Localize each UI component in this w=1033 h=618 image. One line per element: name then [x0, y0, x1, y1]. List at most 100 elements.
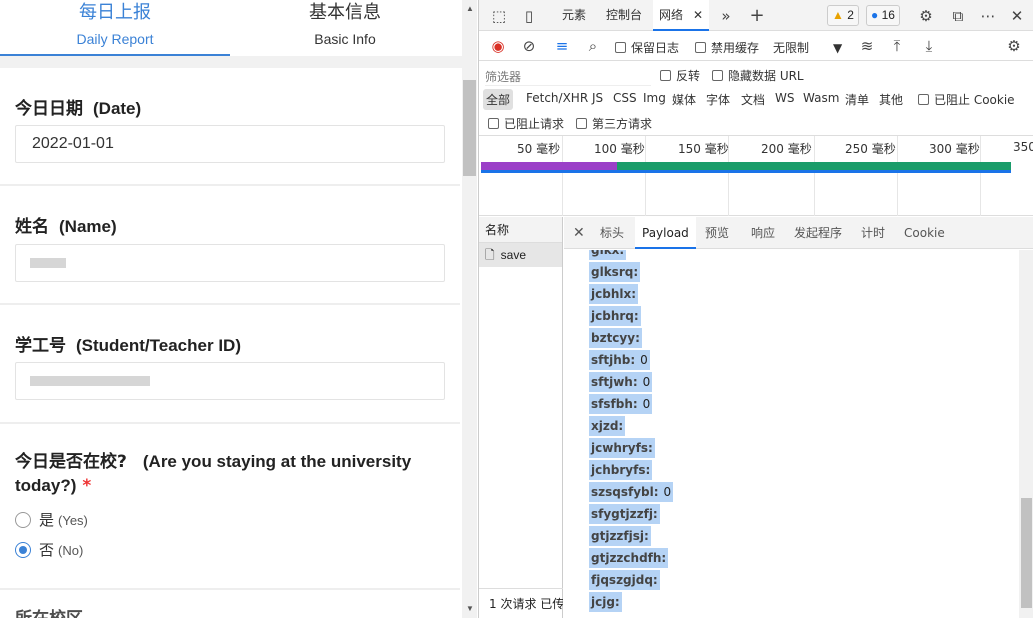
request-row[interactable]: 🗋 save	[479, 243, 562, 267]
tab-elements[interactable]: 元素	[556, 0, 592, 31]
import-icon[interactable]: ⤒	[887, 36, 907, 56]
tab-timing[interactable]: 计时	[854, 217, 892, 249]
tab-response[interactable]: 响应	[744, 217, 782, 249]
gridline	[897, 136, 898, 216]
payload-row[interactable]: glkx:	[589, 250, 627, 260]
detail-scrollbar[interactable]	[1019, 250, 1033, 618]
payload-row[interactable]: jcjg:	[589, 592, 622, 612]
inspect-icon[interactable]: ⬚	[489, 6, 509, 26]
radio-circle[interactable]	[15, 512, 31, 528]
add-tab-icon[interactable]: +	[747, 6, 767, 26]
radio-yes[interactable]: 是 (Yes)	[15, 509, 88, 530]
scrollbar-thumb[interactable]	[1021, 498, 1032, 608]
tab-initiator[interactable]: 发起程序	[787, 217, 849, 249]
scrollbar-thumb[interactable]	[463, 80, 476, 176]
payload-row[interactable]: bztcyy:	[589, 328, 642, 348]
type-all[interactable]: 全部	[483, 89, 514, 110]
network-timeline[interactable]: 50 毫秒 100 毫秒 150 毫秒 200 毫秒 250 毫秒 300 毫秒…	[479, 136, 1033, 216]
export-icon[interactable]: ⤓	[919, 36, 939, 56]
checkbox-label: 反转	[676, 69, 701, 83]
tab-preview[interactable]: 预览	[698, 217, 736, 249]
throttle-select[interactable]: 无限制 ▼	[773, 39, 842, 56]
payload-row[interactable]: szsqsfybl: 0	[589, 482, 674, 502]
type-media[interactable]: 媒体	[672, 91, 696, 108]
type-img[interactable]: Img	[643, 91, 666, 105]
payload-row[interactable]: glksrq:	[589, 262, 641, 282]
payload-key: jcjg:	[591, 595, 620, 609]
payload-row[interactable]: jcbhlx:	[589, 284, 639, 304]
payload-row[interactable]: jcwhryfs:	[589, 438, 655, 458]
payload-row[interactable]: jcbhrq:	[589, 306, 641, 326]
settings-icon[interactable]: ⚙	[916, 6, 936, 26]
tab-daily-report[interactable]: 每日上报 Daily Report	[0, 0, 230, 56]
filter-input[interactable]: 筛选器	[485, 68, 651, 86]
name-input[interactable]	[15, 244, 445, 282]
type-js[interactable]: JS	[592, 91, 603, 105]
radio-no[interactable]: 否 (No)	[15, 539, 83, 560]
type-font[interactable]: 字体	[706, 91, 730, 108]
payload-row[interactable]: sftjwh: 0	[589, 372, 653, 392]
id-input[interactable]	[15, 362, 445, 400]
tab-cookies[interactable]: Cookie	[897, 217, 952, 249]
blocked-requests-checkbox[interactable]: 已阻止请求	[488, 115, 564, 132]
type-wasm[interactable]: Wasm	[803, 91, 839, 105]
payload-row[interactable]: xjzd:	[589, 416, 626, 436]
type-ws[interactable]: WS	[775, 91, 794, 105]
payload-row[interactable]: sfsfbh: 0	[589, 394, 653, 414]
radio-circle-selected[interactable]	[15, 542, 31, 558]
checkbox[interactable]	[712, 70, 723, 81]
payload-key: sftjhb:	[591, 353, 636, 367]
type-css[interactable]: CSS	[613, 91, 637, 105]
network-conditions-icon[interactable]: ≋	[857, 36, 877, 56]
checkbox[interactable]	[615, 42, 626, 53]
checkbox[interactable]	[918, 94, 929, 105]
type-manifest[interactable]: 清单	[845, 91, 869, 108]
payload-row[interactable]: gtjzzchdfh:	[589, 548, 669, 568]
payload-row[interactable]: sfygtjzzfj:	[589, 504, 660, 524]
third-party-checkbox[interactable]: 第三方请求	[576, 115, 652, 132]
device-toolbar-icon[interactable]: ▯	[519, 6, 539, 26]
type-fetch-xhr[interactable]: Fetch/XHR	[526, 91, 588, 105]
messages-badge[interactable]: ● 16	[866, 5, 900, 26]
blocked-cookies-checkbox[interactable]: 已阻止 Cookie	[918, 91, 1015, 108]
field-label: 姓名 (Name)	[15, 212, 117, 237]
close-icon[interactable]: ✕	[693, 8, 703, 22]
tab-basic-info[interactable]: 基本信息 Basic Info	[230, 0, 460, 56]
payload-row[interactable]: sftjhb: 0	[589, 350, 650, 370]
dock-icon[interactable]: ⧉	[948, 6, 968, 26]
payload-row[interactable]: fjqszgjdq:	[589, 570, 660, 590]
checkbox[interactable]	[695, 42, 706, 53]
close-detail-icon[interactable]: ✕	[566, 217, 592, 249]
type-other[interactable]: 其他	[879, 91, 903, 108]
clear-icon[interactable]: ⊘	[519, 36, 539, 56]
more-tabs-icon[interactable]: »	[716, 6, 736, 26]
tab-payload[interactable]: Payload	[635, 217, 696, 249]
payload-view[interactable]: glkx: glksrq: jcbhlx: jcbhrq: bztcyy: sftjhb:…	[564, 250, 1019, 612]
network-settings-icon[interactable]: ⚙	[1004, 36, 1024, 56]
date-input[interactable]: 2022-01-01	[15, 125, 445, 163]
scroll-up-icon[interactable]: ▲	[466, 4, 474, 13]
search-icon[interactable]: ⌕	[583, 36, 603, 56]
checkbox[interactable]	[488, 118, 499, 129]
page-scrollbar[interactable]: ▲ ▼	[462, 0, 477, 618]
payload-row[interactable]: jchbryfs:	[589, 460, 653, 480]
request-list-header[interactable]: 名称	[479, 217, 562, 243]
close-devtools-icon[interactable]: ✕	[1007, 6, 1027, 26]
invert-checkbox[interactable]: 反转	[660, 67, 700, 84]
scroll-down-icon[interactable]: ▼	[466, 604, 474, 613]
tab-headers[interactable]: 标头	[593, 217, 631, 249]
more-options-icon[interactable]: ⋯	[978, 6, 998, 26]
filter-icon[interactable]: ≡	[552, 36, 572, 56]
tab-console[interactable]: 控制台	[600, 0, 648, 31]
disable-cache-checkbox[interactable]: 禁用缓存	[695, 39, 759, 56]
checkbox[interactable]	[660, 70, 671, 81]
type-doc[interactable]: 文档	[741, 91, 765, 108]
record-icon[interactable]: ◉	[488, 36, 508, 56]
preserve-log-checkbox[interactable]: 保留日志	[615, 39, 679, 56]
payload-row[interactable]: gtjzzfjsj:	[589, 526, 651, 546]
timeline-bar-waiting	[481, 162, 617, 170]
hide-data-urls-checkbox[interactable]: 隐藏数据 URL	[712, 67, 804, 84]
tab-network[interactable]: 网络 ✕	[653, 0, 710, 31]
warnings-badge[interactable]: ▲ 2	[827, 5, 859, 26]
checkbox[interactable]	[576, 118, 587, 129]
